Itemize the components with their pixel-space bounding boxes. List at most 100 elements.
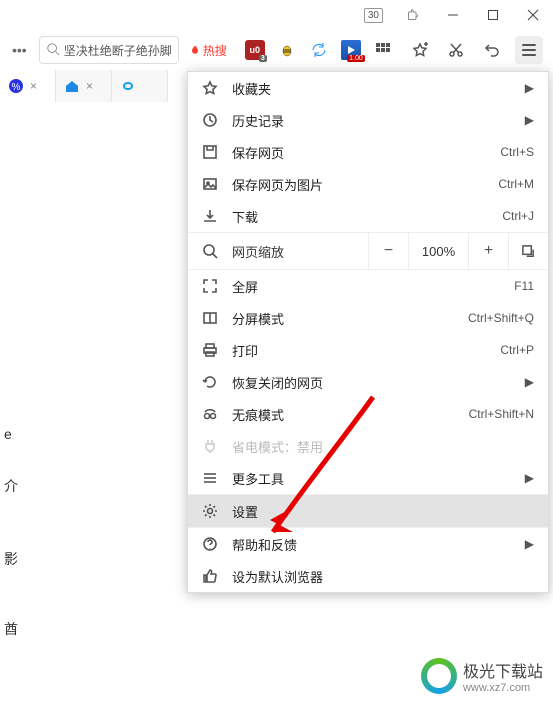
- menu-print[interactable]: 打印 Ctrl+P: [188, 334, 548, 366]
- menu-label: 更多工具: [232, 469, 511, 488]
- print-icon: [202, 342, 218, 358]
- tab-item[interactable]: [112, 70, 168, 102]
- menu-favorites[interactable]: 收藏夹 ▶: [188, 72, 548, 104]
- menu-split-screen[interactable]: 分屏模式 Ctrl+Shift+Q: [188, 302, 548, 334]
- watermark: 极光下载站 www.xz7.com: [421, 658, 543, 694]
- menu-shortcut: Ctrl+S: [500, 145, 534, 159]
- menu-restore-closed[interactable]: 恢复关闭的网页 ▶: [188, 366, 548, 398]
- help-icon: [202, 536, 218, 552]
- menu-label: 分屏模式: [232, 309, 454, 328]
- house-favicon-icon: [64, 78, 80, 94]
- main-menu-dropdown: 收藏夹 ▶ 历史记录 ▶ 保存网页 Ctrl+S 保存网页为图片 Ctrl+M …: [187, 71, 549, 593]
- zoom-value: 100%: [408, 233, 468, 269]
- menu-save-page[interactable]: 保存网页 Ctrl+S: [188, 136, 548, 168]
- hot-search-label: 热搜: [203, 42, 227, 59]
- main-toolbar: ••• 坚决杜绝断子绝孙脚 热搜 u03 1.00: [0, 30, 553, 70]
- maximize-button[interactable]: [473, 1, 513, 29]
- chevron-right-icon: ▶: [525, 537, 534, 551]
- baidu-favicon-icon: %: [8, 78, 24, 94]
- sync-icon[interactable]: [309, 40, 329, 60]
- save-icon: [202, 144, 218, 160]
- adblock-icon[interactable]: u03: [245, 40, 265, 60]
- menu-label: 帮助和反馈: [232, 535, 511, 554]
- minimize-button[interactable]: [433, 1, 473, 29]
- menu-label: 省电模式：禁用: [232, 437, 534, 456]
- menu-shortcut: Ctrl+J: [502, 209, 534, 223]
- extensions-icon[interactable]: [393, 1, 433, 29]
- menu-label: 设为默认浏览器: [232, 567, 534, 586]
- menu-help-feedback[interactable]: 帮助和反馈 ▶: [188, 528, 548, 560]
- menu-label: 无痕模式: [232, 405, 455, 424]
- close-button[interactable]: [513, 1, 553, 29]
- hot-search-badge[interactable]: 热搜: [185, 42, 231, 59]
- screenshot-scissors-icon[interactable]: [443, 37, 469, 63]
- menu-label: 全屏: [232, 277, 500, 296]
- favorite-star-icon[interactable]: [407, 37, 433, 63]
- magnifier-icon: [202, 243, 218, 259]
- tab-close-icon[interactable]: ×: [30, 79, 37, 93]
- menu-shortcut: F11: [514, 279, 534, 293]
- menu-label: 保存网页为图片: [232, 175, 484, 194]
- tab-close-icon[interactable]: ×: [86, 79, 93, 93]
- menu-settings[interactable]: 设置: [188, 495, 548, 527]
- svg-text:%: %: [12, 82, 21, 93]
- menu-label: 恢复关闭的网页: [232, 373, 511, 392]
- zoom-popout-button[interactable]: [508, 233, 548, 269]
- menu-label: 历史记录: [232, 111, 511, 130]
- search-box[interactable]: 坚决杜绝断子绝孙脚: [39, 36, 179, 64]
- menu-label: 保存网页: [232, 143, 486, 162]
- menu-more-tools[interactable]: 更多工具 ▶: [188, 462, 548, 494]
- download-icon: [202, 208, 218, 224]
- chevron-right-icon: ▶: [525, 375, 534, 389]
- swirl-favicon-icon: [120, 78, 136, 94]
- search-text: 坚决杜绝断子绝孙脚: [64, 42, 172, 59]
- fullscreen-icon: [202, 278, 218, 294]
- undo-icon[interactable]: [479, 37, 505, 63]
- side-text-fragment: e: [4, 422, 12, 447]
- menu-label: 收藏夹: [232, 79, 511, 98]
- chevron-right-icon: ▶: [525, 81, 534, 95]
- clock-icon: [202, 112, 218, 128]
- list-icon: [202, 470, 218, 486]
- bee-extension-icon[interactable]: [277, 40, 297, 60]
- menu-power-save: 省电模式：禁用: [188, 430, 548, 462]
- menu-shortcut: Ctrl+M: [498, 177, 534, 191]
- zoom-label: 网页缩放: [232, 242, 284, 261]
- menu-label: 设置: [232, 502, 534, 521]
- search-icon: [46, 42, 60, 59]
- menu-incognito[interactable]: 无痕模式 Ctrl+Shift+N: [188, 398, 548, 430]
- side-text-fragment: 影: [4, 547, 18, 572]
- menu-downloads[interactable]: 下载 Ctrl+J: [188, 200, 548, 232]
- incognito-icon: [202, 406, 218, 422]
- media-play-icon[interactable]: 1.00: [341, 40, 361, 60]
- tab-item[interactable]: ×: [56, 70, 112, 102]
- restore-icon: [202, 374, 218, 390]
- overflow-ellipsis-icon[interactable]: •••: [6, 42, 33, 58]
- menu-shortcut: Ctrl+P: [500, 343, 534, 357]
- watermark-name: 极光下载站: [463, 658, 543, 682]
- menu-set-default[interactable]: 设为默认浏览器: [188, 560, 548, 592]
- image-icon: [202, 176, 218, 192]
- menu-shortcut: Ctrl+Shift+Q: [468, 311, 534, 325]
- window-titlebar: 30: [0, 0, 553, 30]
- tab-item[interactable]: % ×: [0, 70, 56, 102]
- zoom-out-button[interactable]: −: [368, 233, 408, 269]
- menu-shortcut: Ctrl+Shift+N: [469, 407, 534, 421]
- fire-icon: [189, 44, 201, 56]
- chevron-right-icon: ▶: [525, 113, 534, 127]
- menu-fullscreen[interactable]: 全屏 F11: [188, 270, 548, 302]
- menu-label: 下载: [232, 207, 488, 226]
- badge-count: 30: [364, 8, 383, 23]
- main-menu-button[interactable]: [515, 36, 543, 64]
- apps-grid-icon[interactable]: [373, 40, 393, 60]
- menu-label: 打印: [232, 341, 486, 360]
- side-text-fragment: 酋: [4, 617, 18, 642]
- side-text-fragment: 介: [4, 474, 18, 499]
- menu-history[interactable]: 历史记录 ▶: [188, 104, 548, 136]
- menu-zoom-row: 网页缩放 − 100% +: [188, 232, 548, 270]
- menu-save-as-image[interactable]: 保存网页为图片 Ctrl+M: [188, 168, 548, 200]
- split-icon: [202, 310, 218, 326]
- zoom-in-button[interactable]: +: [468, 233, 508, 269]
- play-badge: 1.00: [347, 55, 365, 62]
- chevron-right-icon: ▶: [525, 471, 534, 485]
